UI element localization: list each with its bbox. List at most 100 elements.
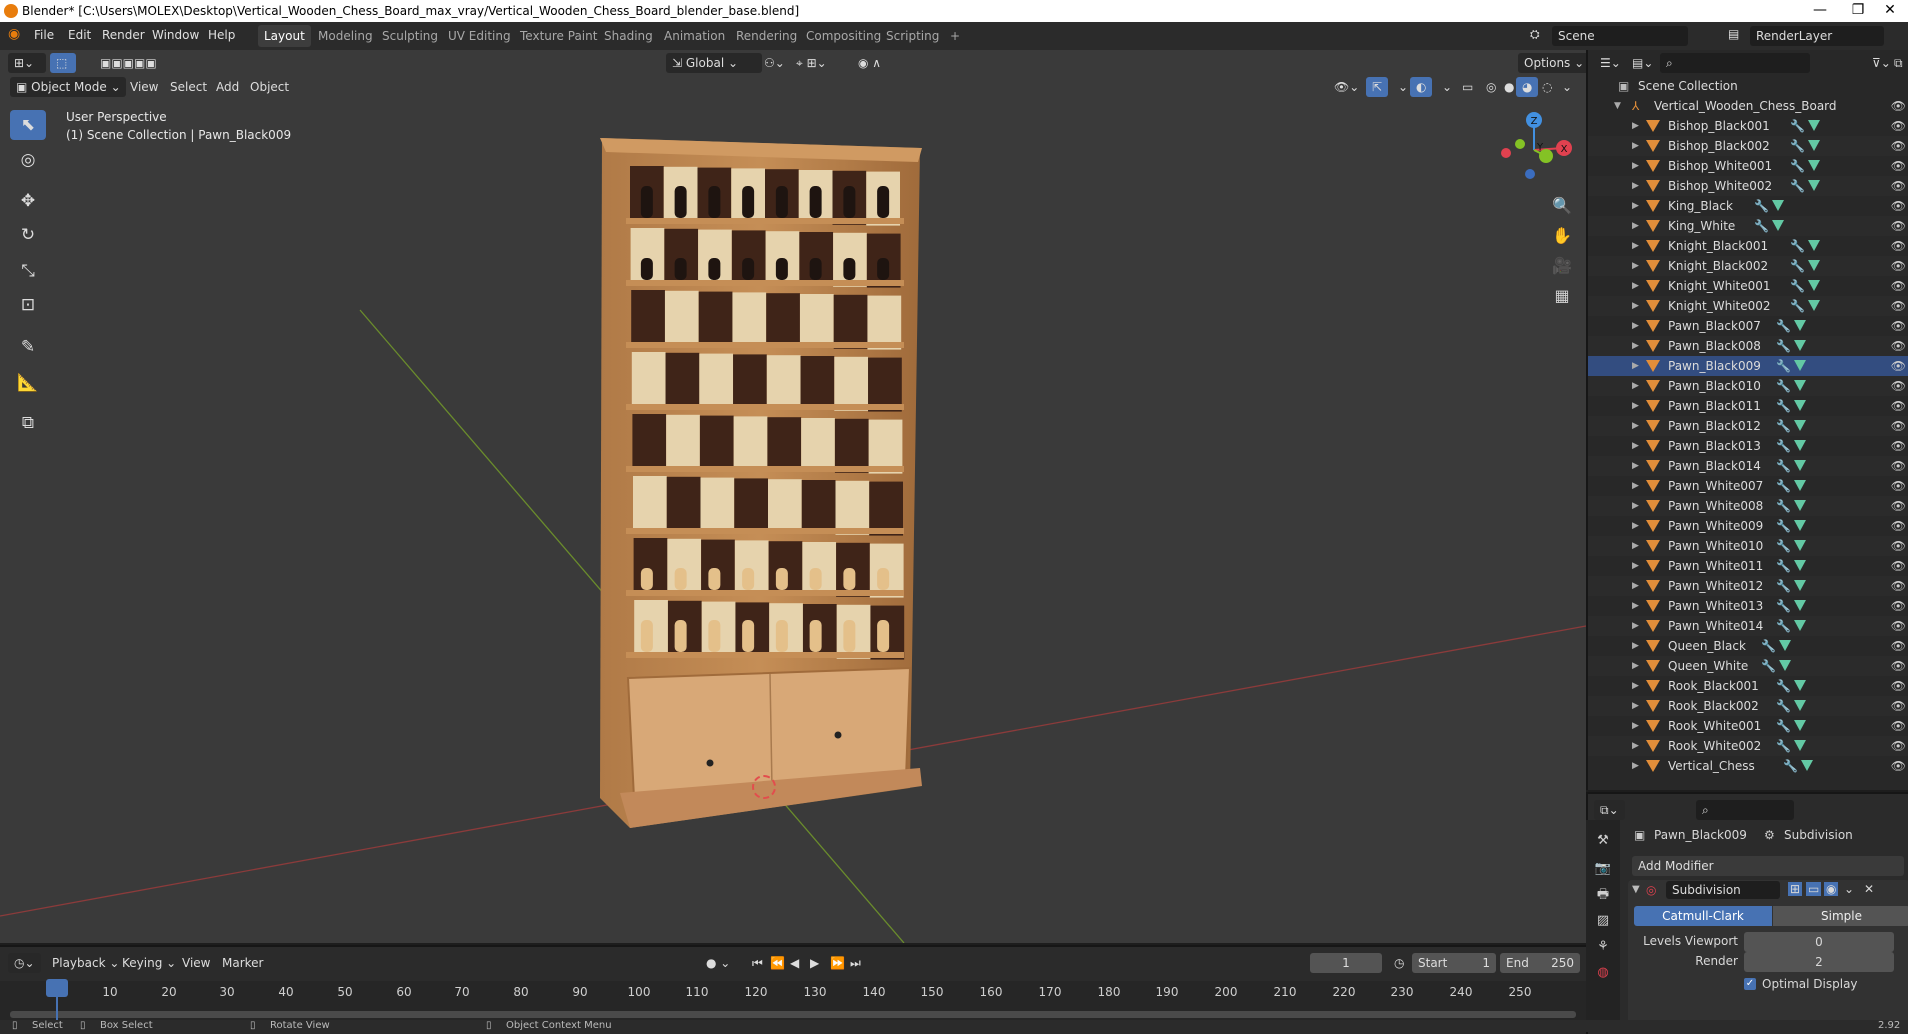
expand-arrow-icon[interactable]: ▶ [1632,216,1639,236]
expand-arrow-icon[interactable]: ▶ [1632,636,1639,656]
mode-dropdown[interactable]: ▣ Object Mode ⌄ [10,77,126,97]
catmull-clark-button[interactable]: Catmull-Clark [1634,906,1772,926]
outliner-search-input[interactable]: ⌕ [1660,53,1810,73]
eye-icon[interactable]: 👁 [1891,716,1906,736]
add-modifier-dropdown[interactable]: Add Modifier [1632,856,1904,876]
eye-icon[interactable]: 👁 [1891,116,1906,136]
outliner-item[interactable]: ▶ Knight_White002 🔧 👁 [1588,296,1908,316]
cursor-tool-icon[interactable]: ◎ [10,145,46,175]
eye-icon[interactable]: 👁 [1891,736,1906,756]
eye-icon[interactable]: 👁 [1891,216,1906,236]
workspace-tab-animation[interactable]: Animation [658,25,731,47]
outliner-item[interactable]: ▶ Pawn_Black012 🔧 👁 [1588,416,1908,436]
menu-view[interactable]: View [124,77,164,97]
outliner-item[interactable]: ▶ Knight_Black002 🔧 👁 [1588,256,1908,276]
outliner-item[interactable]: ▶ Bishop_White002 🔧 👁 [1588,176,1908,196]
mesh-data-icon[interactable] [1794,740,1806,751]
rotate-tool-icon[interactable]: ↻ [10,220,46,250]
modifier-wrench-icon[interactable]: 🔧 [1776,416,1791,436]
outliner-item[interactable]: ▶ Pawn_White009 🔧 👁 [1588,516,1908,536]
mesh-data-icon[interactable] [1772,220,1784,231]
outliner-item[interactable]: ▶ Pawn_Black010 🔧 👁 [1588,376,1908,396]
expand-arrow-icon[interactable]: ▶ [1632,256,1639,276]
expand-arrow-icon[interactable]: ▶ [1632,356,1639,376]
expand-arrow-icon[interactable]: ▶ [1632,136,1639,156]
annotate-tool-icon[interactable]: ✎ [10,332,46,362]
modifier-wrench-icon[interactable]: 🔧 [1776,736,1791,756]
eye-icon[interactable]: 👁 [1891,436,1906,456]
mesh-data-icon[interactable] [1794,460,1806,471]
end-frame-field[interactable]: End 250 [1500,953,1580,973]
mesh-data-icon[interactable] [1772,200,1784,211]
add-cube-tool-icon[interactable]: ⧉ [10,408,46,438]
render-levels-field[interactable]: 2 [1744,952,1894,972]
outliner-item[interactable]: ▶ Pawn_White008 🔧 👁 [1588,496,1908,516]
modifier-name-input[interactable]: Subdivision [1666,881,1780,899]
add-workspace-button[interactable]: + [944,25,966,47]
tool-tab-icon[interactable]: ⚒ [1592,830,1614,852]
expand-arrow-icon[interactable]: ▶ [1632,656,1639,676]
mesh-data-icon[interactable] [1794,620,1806,631]
eye-icon[interactable]: 👁 [1891,176,1906,196]
outliner-item[interactable]: ▶ Pawn_White012 🔧 👁 [1588,576,1908,596]
workspace-tab-shading[interactable]: Shading [598,25,659,47]
workspace-tab-layout[interactable]: Layout [258,25,311,47]
render-toggle-icon[interactable]: ◉ [1824,882,1839,896]
expand-arrow-icon[interactable]: ▶ [1632,376,1639,396]
select-tool-icon[interactable]: ⬚ [50,53,76,73]
expand-arrow-icon[interactable]: ▶ [1632,316,1639,336]
modifier-wrench-icon[interactable]: 🔧 [1776,696,1791,716]
eye-icon[interactable]: 👁 [1891,276,1906,296]
current-frame-field[interactable]: 1 [1310,953,1382,973]
menu-file[interactable]: File [34,28,54,42]
editor-type-3d-icon[interactable]: ⊞⌄ [8,53,46,73]
mesh-data-icon[interactable] [1794,680,1806,691]
simple-button[interactable]: Simple [1773,906,1908,926]
mesh-data-icon[interactable] [1808,120,1820,131]
pan-hand-icon[interactable]: ✋ [1548,222,1576,250]
measure-tool-icon[interactable]: 📐 [10,368,46,398]
expand-arrow-icon[interactable]: ▶ [1632,536,1639,556]
modifier-wrench-icon[interactable]: 🔧 [1776,456,1791,476]
workspace-tab-scripting[interactable]: Scripting [880,25,945,47]
outliner-item[interactable]: ▶ Rook_White001 🔧 👁 [1588,716,1908,736]
expand-arrow-icon[interactable]: ▶ [1632,576,1639,596]
expand-arrow-icon[interactable]: ▶ [1632,396,1639,416]
outliner-collection-row[interactable]: ▼ ⅄ Vertical_Wooden_Chess_Board 👁 [1588,96,1908,116]
expand-arrow-icon[interactable]: ▶ [1632,516,1639,536]
modifier-menu-icon[interactable]: ⌄ [1844,882,1854,896]
eye-icon[interactable]: 👁 [1891,416,1906,436]
jump-end-icon[interactable]: ⏭ [844,953,867,973]
eye-icon[interactable]: 👁 [1891,96,1906,116]
move-tool-icon[interactable]: ✥ [10,186,46,216]
eye-icon[interactable]: 👁 [1891,536,1906,556]
proportional-edit-icon[interactable]: ◉ ∧ [852,53,887,73]
timeline-scrollbar[interactable] [10,1011,1576,1018]
modifier-wrench-icon[interactable]: 🔧 [1790,276,1805,296]
scene-selector[interactable]: Scene [1552,26,1688,46]
camera-view-icon[interactable]: 🎥 [1548,252,1576,280]
expand-arrow-icon[interactable]: ▶ [1632,116,1639,136]
scale-tool-icon[interactable]: ⤡ [10,256,46,286]
expand-arrow-icon[interactable]: ▶ [1632,596,1639,616]
eye-icon[interactable]: 👁 [1891,576,1906,596]
collapse-arrow-icon[interactable]: ▼ [1632,884,1640,895]
workspace-tab-rendering[interactable]: Rendering [730,25,803,47]
modifier-wrench-icon[interactable]: 🔧 [1776,616,1791,636]
expand-arrow-icon[interactable]: ▶ [1632,416,1639,436]
expand-arrow-icon[interactable]: ▶ [1632,176,1639,196]
outliner-item[interactable]: ▶ Pawn_Black007 🔧 👁 [1588,316,1908,336]
expand-arrow-icon[interactable]: ▶ [1632,196,1639,216]
eye-icon[interactable]: 👁 [1891,556,1906,576]
shading-dropdown-icon[interactable]: ⌄ [1556,77,1578,97]
expand-arrow-icon[interactable]: ▶ [1632,276,1639,296]
transform-orientation-dropdown[interactable]: ⇲ Global ⌄ [666,53,762,73]
timeline-editor-type-icon[interactable]: ◷⌄ [8,953,41,973]
eye-icon[interactable]: 👁 [1891,516,1906,536]
xray-icon[interactable]: ▭ [1456,77,1479,97]
modifier-wrench-icon[interactable]: 🔧 [1790,136,1805,156]
start-frame-field[interactable]: Start 1 [1412,953,1496,973]
outliner-item[interactable]: ▶ Pawn_Black013 🔧 👁 [1588,436,1908,456]
new-collection-icon[interactable]: ⧉ [1888,53,1908,73]
outliner-item[interactable]: ▶ Pawn_White013 🔧 👁 [1588,596,1908,616]
